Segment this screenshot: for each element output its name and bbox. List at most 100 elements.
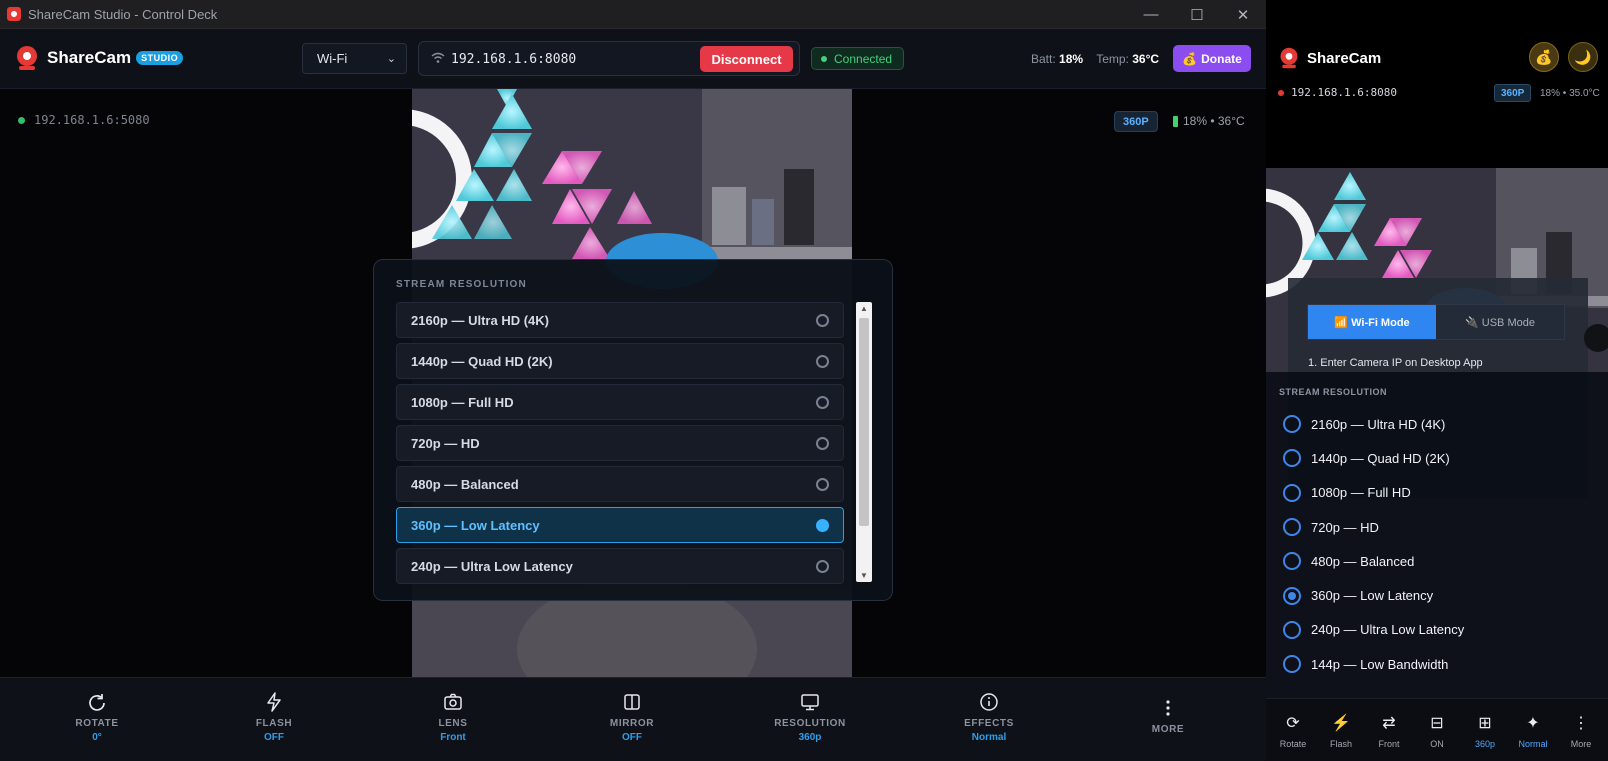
mirror-button[interactable]: MIRROR OFF (572, 692, 692, 743)
connection-status-badge: Connected (811, 47, 905, 70)
mobile-app-preview: ShareCam 💰 🌙 192.168.1.6:8080 360P 18% •… (1266, 0, 1608, 761)
radio-icon (1283, 415, 1301, 434)
mobile-option-label: 360p — Low Latency (1311, 588, 1434, 604)
resolution-option-360p[interactable]: 360p — Low Latency (396, 507, 844, 543)
stream-ip-text: 192.168.1.6:5080 (34, 113, 150, 127)
resolution-option-480p[interactable]: 480p — Balanced (396, 466, 844, 502)
mobile-mirror-button[interactable]: ⊟ ON (1414, 713, 1460, 749)
modal-title: STREAM RESOLUTION (396, 279, 527, 290)
mobile-option-144p[interactable]: 144p — Low Bandwidth (1283, 647, 1464, 681)
rotate-icon (89, 694, 105, 711)
studio-badge: STUDIO (136, 51, 184, 65)
resolution-option-2160p[interactable]: 2160p — Ultra HD (4K) (396, 302, 844, 338)
mobile-option-480p[interactable]: 480p — Balanced (1283, 544, 1464, 578)
mobile-resolution-sheet: STREAM RESOLUTION 2160p — Ultra HD (4K) … (1266, 372, 1608, 698)
mobile-bar-label: More (1570, 739, 1592, 749)
mobile-mode-tabs: 📶 Wi-Fi Mode 🔌 USB Mode (1307, 304, 1565, 340)
radio-icon (816, 314, 829, 327)
mobile-effects-button[interactable]: ✦ Normal (1510, 713, 1556, 749)
temperature-label: Temp: (1096, 52, 1129, 66)
resolution-button[interactable]: RESOLUTION 360p (750, 692, 870, 743)
sharecam-logo-icon (16, 46, 38, 70)
tool-value: 360p (798, 732, 822, 743)
tab-wifi-mode[interactable]: 📶 Wi-Fi Mode (1308, 305, 1436, 339)
mobile-front-button[interactable]: ⇄ Front (1366, 713, 1412, 749)
more-icon (1166, 700, 1170, 716)
mobile-flash-button[interactable]: ⚡ Flash (1318, 713, 1364, 749)
flash-button[interactable]: FLASH OFF (214, 692, 334, 743)
ip-address-field[interactable]: 192.168.1.6:8080 Disconnect (418, 41, 800, 76)
stream-ip-readout: 192.168.1.6:5080 (18, 113, 150, 127)
app-logo-icon (7, 7, 21, 21)
mobile-header: ShareCam 💰 🌙 192.168.1.6:8080 360P 18% •… (1266, 0, 1608, 168)
resolution-option-label: 2160p — Ultra HD (4K) (411, 312, 549, 328)
disconnect-button[interactable]: Disconnect (700, 46, 793, 72)
battery-temp-readout: 18% • 36°C (1173, 114, 1245, 128)
ip-address-value: 192.168.1.6:8080 (451, 52, 577, 67)
mobile-resolution-badge: 360P (1494, 84, 1532, 102)
tool-label: FLASH (255, 718, 293, 729)
mobile-option-1440p[interactable]: 1440p — Quad HD (2K) (1283, 441, 1464, 475)
stream-status-dot-icon (18, 116, 25, 124)
money-bag-icon[interactable]: 💰 (1529, 42, 1559, 72)
mobile-brand: ShareCam (1278, 46, 1381, 70)
tool-value: 0° (92, 732, 102, 743)
rotate-button[interactable]: ROTATE 0° (37, 692, 157, 743)
money-bag-icon: 💰 (1182, 51, 1198, 66)
tool-value: Normal (971, 732, 1007, 743)
radio-selected-icon (816, 519, 829, 532)
mirror-icon: ⊟ (1430, 715, 1444, 732)
mobile-bar-label: Front (1378, 739, 1400, 749)
mobile-option-360p[interactable]: 360p — Low Latency (1283, 578, 1464, 612)
mobile-bar-label: Normal (1518, 739, 1548, 749)
resolution-option-1080p[interactable]: 1080p — Full HD (396, 384, 844, 420)
maximize-icon[interactable]: ☐ (1174, 0, 1220, 29)
scroll-up-icon[interactable]: ▲ (860, 304, 868, 313)
resolution-badge: 360P (1114, 111, 1158, 132)
resolution-option-label: 1440p — Quad HD (2K) (411, 353, 553, 369)
minimize-icon[interactable]: — (1128, 0, 1174, 29)
brand-name: ShareCam (47, 48, 132, 67)
mobile-option-1080p[interactable]: 1080p — Full HD (1283, 476, 1464, 510)
resolution-option-720p[interactable]: 720p — HD (396, 425, 844, 461)
battery-label: Batt: (1031, 52, 1056, 66)
mobile-option-720p[interactable]: 720p — HD (1283, 510, 1464, 544)
scroll-down-icon[interactable]: ▼ (860, 571, 868, 580)
tool-value: OFF (264, 732, 284, 743)
resolution-option-label: 240p — Ultra Low Latency (411, 558, 573, 574)
rotate-icon: ⟳ (1286, 715, 1300, 732)
effects-button[interactable]: EFFECTS Normal (929, 692, 1049, 743)
more-button[interactable]: MORE (1108, 698, 1228, 735)
mobile-resolution-options: 2160p — Ultra HD (4K) 1440p — Quad HD (2… (1283, 407, 1464, 681)
mobile-option-240p[interactable]: 240p — Ultra Low Latency (1283, 613, 1464, 647)
moon-icon[interactable]: 🌙 (1568, 42, 1598, 72)
radio-icon (1283, 449, 1301, 468)
swap-icon: ⇄ (1382, 715, 1396, 732)
mobile-option-label: 1080p — Full HD (1311, 485, 1411, 501)
app-root: ShareCam Studio - Control Deck — ☐ ✕ Sha… (0, 0, 1608, 761)
scrollbar-thumb[interactable] (859, 318, 869, 526)
mobile-resolution-button[interactable]: ⊞ 360p (1462, 713, 1508, 749)
mobile-more-button[interactable]: ⋮ More (1558, 713, 1604, 749)
resolution-option-1440p[interactable]: 1440p — Quad HD (2K) (396, 343, 844, 379)
resolution-option-label: 480p — Balanced (411, 476, 519, 492)
radio-icon (816, 355, 829, 368)
resolution-option-240p[interactable]: 240p — Ultra Low Latency (396, 548, 844, 584)
tool-label: EFFECTS (964, 718, 1014, 729)
close-icon[interactable]: ✕ (1220, 0, 1266, 29)
radio-icon (1283, 483, 1301, 502)
sparkle-icon: ✦ (1526, 715, 1540, 732)
tool-label: LENS (438, 718, 468, 729)
donate-button[interactable]: 💰 Donate (1173, 45, 1251, 72)
lens-button[interactable]: LENS Front (393, 692, 513, 743)
connection-mode-select[interactable]: Wi-Fi ⌄ (302, 43, 407, 74)
mobile-rotate-button[interactable]: ⟳ Rotate (1270, 713, 1316, 749)
info-icon (980, 693, 998, 711)
tool-value: OFF (622, 732, 642, 743)
mobile-option-2160p[interactable]: 2160p — Ultra HD (4K) (1283, 407, 1464, 441)
mobile-battery-temp: 18% • 35.0°C (1540, 88, 1600, 99)
mobile-bar-label: Rotate (1279, 739, 1307, 749)
tab-usb-mode[interactable]: 🔌 USB Mode (1436, 305, 1564, 339)
mobile-bar-label: Flash (1329, 739, 1352, 749)
modal-scrollbar[interactable]: ▲ ▼ (856, 302, 872, 582)
